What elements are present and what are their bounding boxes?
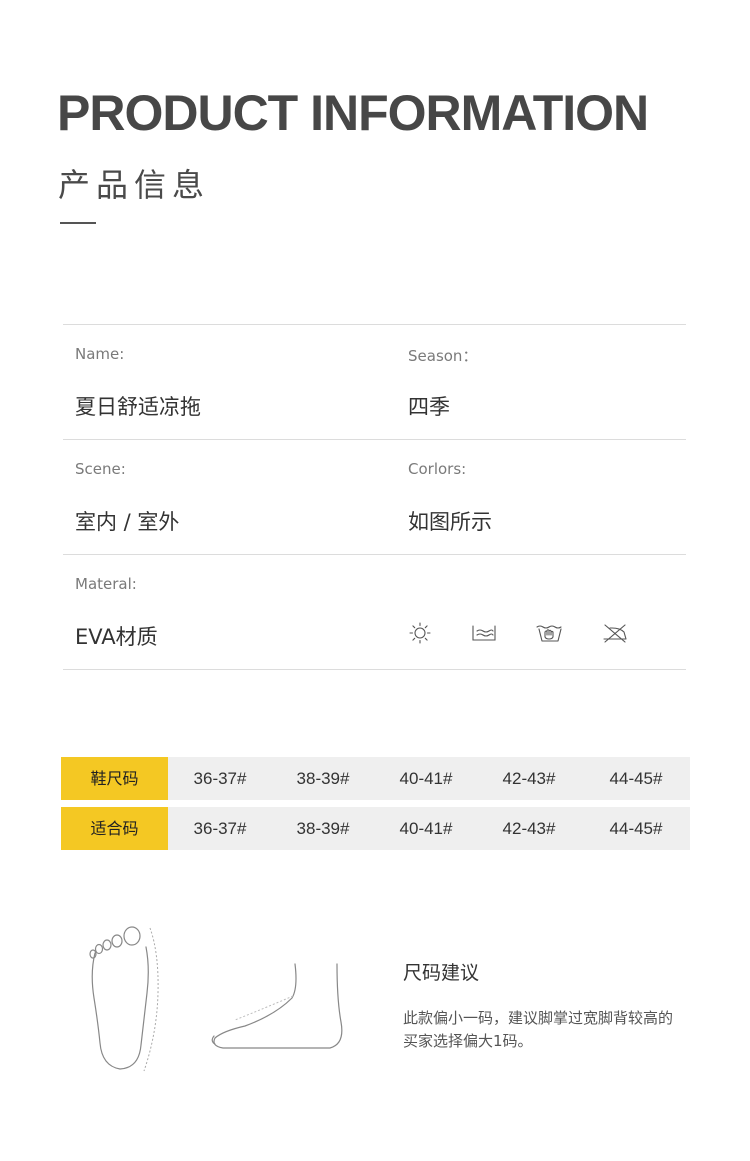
hand-wash-icon [536,625,562,642]
size-row-header: 适合码 [61,807,168,850]
size-advice-text: 此款偏小一码，建议脚掌过宽脚背较高的买家选择偏大1码。 [403,1009,674,1050]
size-cell: 38-39# [296,769,350,788]
size-cell: 44-45# [609,769,663,788]
size-advice-title: 尺码建议 [403,962,480,984]
info-label: Corlors: [408,460,467,478]
info-value: EVA材质 [75,625,158,649]
info-label: Name: [75,345,125,363]
info-label: Season： [408,347,478,365]
title-underline [60,222,96,224]
size-row-shoe-size: 鞋尺码 36-37# 38-39# 40-41# 42-43# 44-45# [61,757,690,800]
info-label: Scene: [75,460,126,478]
size-row-header: 鞋尺码 [61,757,168,800]
info-row-scene-colors: Scene: 室内 / 室外 Corlors: 如图所示 [63,439,686,554]
size-cell: 40-41# [399,819,453,838]
foot-top-view-icon [89,926,159,1072]
info-value: 如图所示 [408,510,492,534]
size-cell: 44-45# [609,819,663,838]
size-cell: 40-41# [399,769,453,788]
info-value: 夏日舒适凉拖 [75,395,201,419]
info-label: Materal: [75,575,137,593]
size-cell: 36-37# [193,769,247,788]
size-cell: 42-43# [502,769,556,788]
size-cell: 38-39# [296,819,350,838]
foot-side-view-icon [211,963,343,1049]
size-cell: 42-43# [502,819,556,838]
page-title-cn: 产品信息 [58,166,211,204]
info-value: 四季 [408,395,450,419]
page-title-en: PRODUCT INFORMATION [57,85,649,141]
size-cell: 36-37# [193,819,247,838]
info-value: 室内 / 室外 [75,510,180,534]
flat-dry-icon [472,625,496,641]
info-row-name-season: Name: 夏日舒适凉拖 Season： 四季 [63,324,686,439]
size-row-fit-size: 适合码 36-37# 38-39# 40-41# 42-43# 44-45# [61,807,690,850]
sun-dry-icon [409,622,431,644]
size-table: 鞋尺码 36-37# 38-39# 40-41# 42-43# 44-45# 适… [61,757,690,857]
product-info-grid: Name: 夏日舒适凉拖 Season： 四季 Scene: 室内 / 室外 C… [63,324,686,670]
info-row-material: Materal: EVA材质 [63,554,686,670]
no-iron-icon [603,624,627,643]
